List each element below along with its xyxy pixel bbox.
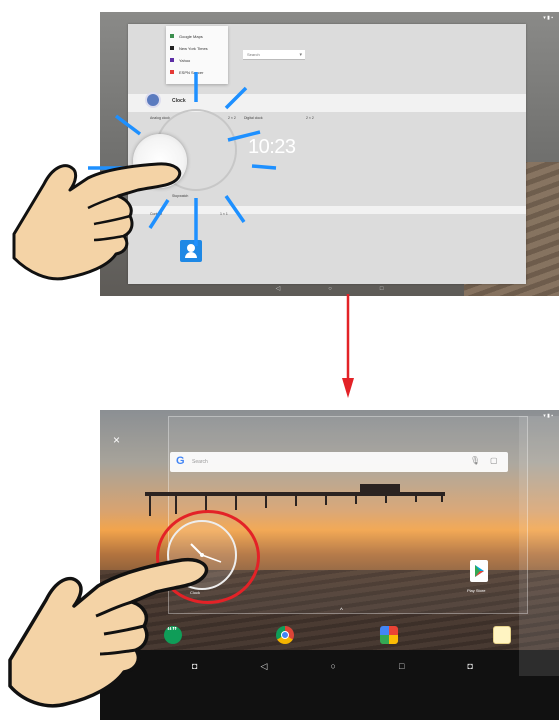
pointing-hand-bottom	[8, 557, 209, 708]
google-logo: G	[176, 455, 185, 467]
photos-icon[interactable]	[380, 626, 398, 644]
app-drawer-chevron-icon[interactable]: ^	[340, 608, 343, 614]
search-placeholder: Search	[192, 459, 208, 465]
chrome-icon[interactable]	[276, 626, 294, 644]
volume-up-icon[interactable]: ◘	[468, 656, 473, 676]
screenshot-icon[interactable]: ▢	[490, 456, 498, 465]
transition-arrow	[342, 294, 354, 398]
back-icon[interactable]: ◁	[261, 656, 268, 676]
recent-apps-icon[interactable]: □	[399, 656, 404, 676]
play-store-label: Play Store	[467, 588, 486, 593]
mic-icon[interactable]: 🎙	[470, 456, 480, 465]
pointing-hand-top	[12, 162, 182, 281]
camera-icon[interactable]	[493, 626, 511, 644]
play-store-icon[interactable]	[470, 560, 488, 582]
google-search-bar[interactable]: G Search 🎙 ▢	[170, 452, 508, 472]
close-icon[interactable]: ×	[113, 434, 120, 446]
home-icon[interactable]: ○	[331, 656, 336, 676]
